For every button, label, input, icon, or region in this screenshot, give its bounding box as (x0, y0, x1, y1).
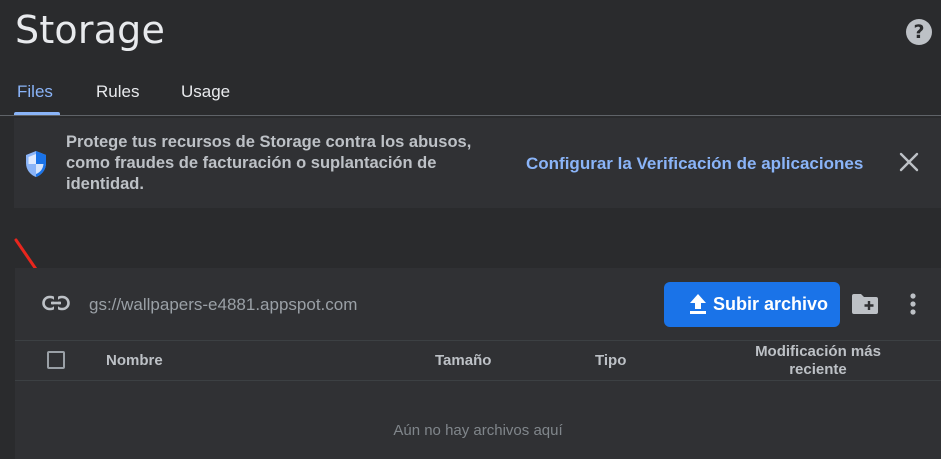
upload-file-label: Subir archivo (713, 294, 829, 314)
shield-icon (24, 150, 48, 183)
tab-bar: Files Rules Usage (0, 70, 941, 116)
upload-file-button[interactable]: Subir archivo (664, 282, 840, 327)
upload-icon (689, 293, 707, 320)
table-header: Nombre Tamaño Tipo Modificación más reci… (15, 340, 941, 381)
column-header-type[interactable]: Tipo (595, 352, 626, 369)
configure-app-check-link[interactable]: Configurar la Verificación de aplicacion… (526, 154, 863, 174)
active-tab-indicator (14, 112, 60, 115)
app-check-banner: Protege tus recursos de Storage contra l… (14, 118, 941, 208)
files-panel: gs://wallpapers-e4881.appspot.com Subir … (15, 268, 941, 459)
help-icon[interactable]: ? (906, 19, 932, 45)
close-icon[interactable] (898, 151, 920, 178)
more-vert-icon[interactable] (909, 292, 917, 321)
tab-files[interactable]: Files (17, 82, 53, 102)
select-all-checkbox[interactable] (47, 351, 65, 369)
tab-usage[interactable]: Usage (181, 82, 230, 102)
column-header-name[interactable]: Nombre (106, 352, 163, 369)
link-icon[interactable] (42, 294, 70, 317)
create-folder-icon[interactable] (851, 293, 879, 320)
banner-message: Protege tus recursos de Storage contra l… (66, 133, 472, 193)
tab-rules[interactable]: Rules (96, 82, 139, 102)
column-header-modified[interactable]: Modificación más reciente (748, 343, 888, 379)
page-title: Storage (15, 8, 166, 52)
empty-state-message: Aún no hay archivos aquí (393, 422, 563, 439)
column-header-size[interactable]: Tamaño (435, 352, 491, 369)
bucket-path[interactable]: gs://wallpapers-e4881.appspot.com (89, 295, 357, 315)
